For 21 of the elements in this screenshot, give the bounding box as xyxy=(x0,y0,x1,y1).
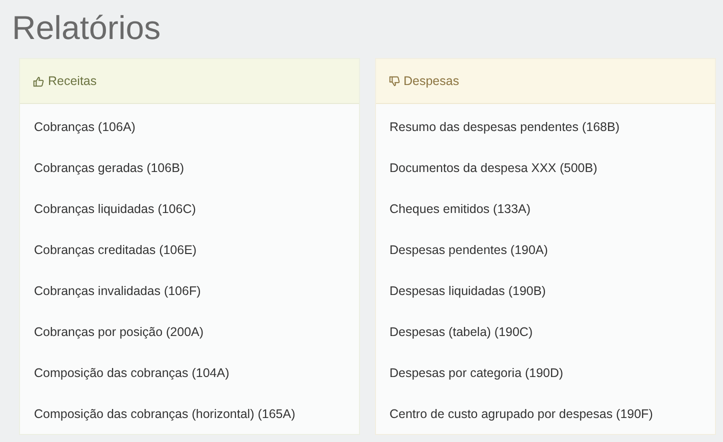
report-link[interactable]: Despesas pendentes (190A) xyxy=(390,241,548,259)
panel-title: Despesas xyxy=(404,74,460,88)
report-link[interactable]: Despesas por categoria (190D) xyxy=(390,364,564,382)
thumbs-down-icon xyxy=(388,76,400,86)
thumbs-up-icon xyxy=(33,76,44,86)
report-link[interactable]: Cobranças por posição (200A) xyxy=(34,323,204,341)
report-link[interactable]: Cobranças (106A) xyxy=(34,118,136,136)
report-link[interactable]: Cobranças geradas (106B) xyxy=(34,159,184,177)
report-link[interactable]: Documentos da despesa XXX (500B) xyxy=(390,159,598,177)
page-title: Relatórios xyxy=(12,8,162,48)
report-link[interactable]: Cheques emitidos (133A) xyxy=(390,200,531,218)
report-link[interactable]: Composição das cobranças (104A) xyxy=(34,364,230,382)
report-link[interactable]: Composição das cobranças (horizontal) (165A) xyxy=(34,405,296,423)
report-link[interactable]: Centro de custo agrupado por despesas (190F) xyxy=(390,405,653,423)
panel-title: Receitas xyxy=(48,74,97,88)
report-link[interactable]: Cobranças liquidadas (106C) xyxy=(34,200,196,218)
report-link[interactable]: Despesas (tabela) (190C) xyxy=(390,323,533,341)
report-link[interactable]: Cobranças creditadas (106E) xyxy=(34,241,197,259)
report-link[interactable]: Cobranças invalidadas (106F) xyxy=(34,282,201,300)
report-link[interactable]: Despesas liquidadas (190B) xyxy=(390,282,546,300)
report-link[interactable]: Resumo das despesas pendentes (168B) xyxy=(390,118,620,136)
